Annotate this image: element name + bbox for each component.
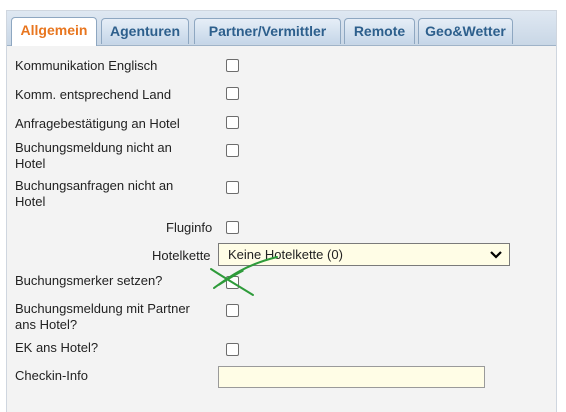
- buchungsmerker-label: Buchungsmerker setzen?: [15, 273, 163, 288]
- fluginfo-checkbox[interactable]: [226, 221, 239, 234]
- buchungsanfragen-nicht-label-1: Buchungsanfragen nicht an: [15, 178, 174, 193]
- ek-ans-hotel-label: EK ans Hotel?: [15, 340, 99, 355]
- tab-strip: Allgemein Agenturen Partner/Vermittler R…: [7, 11, 556, 46]
- tab-remote[interactable]: Remote: [344, 18, 415, 44]
- buchungsanfragen-nicht-checkbox[interactable]: [226, 181, 239, 194]
- ek-ans-hotel-checkbox[interactable]: [226, 343, 239, 356]
- komm-englisch-checkbox[interactable]: [226, 59, 239, 72]
- checkin-info-label: Checkin-Info: [15, 368, 88, 383]
- hotelkette-label: Hotelkette: [152, 248, 211, 263]
- buchungsmeldung-nicht-checkbox[interactable]: [226, 144, 239, 157]
- anfrage-bestaetigung-label: Anfragebestätigung an Hotel: [15, 116, 180, 131]
- tab-partner-vermittler[interactable]: Partner/Vermittler: [194, 18, 341, 44]
- buchungsmeldung-nicht-label-1: Buchungsmeldung nicht an: [15, 140, 172, 155]
- tab-allgemein[interactable]: Allgemein: [11, 17, 97, 46]
- komm-englisch-label: Kommunikation Englisch: [15, 58, 158, 73]
- buchungsmeldung-partner-label-1: Buchungsmeldung mit Partner: [15, 301, 190, 316]
- komm-land-label: Komm. entsprechend Land: [15, 87, 172, 102]
- checkin-info-input[interactable]: [218, 366, 485, 388]
- buchungsanfragen-nicht-label-2: Hotel: [15, 194, 46, 209]
- anfrage-bestaetigung-checkbox[interactable]: [226, 116, 239, 129]
- tab-agenturen[interactable]: Agenturen: [101, 18, 189, 44]
- fluginfo-label: Fluginfo: [166, 220, 213, 235]
- buchungsmeldung-nicht-label-2: Hotel: [15, 156, 46, 171]
- komm-land-checkbox[interactable]: [226, 87, 239, 100]
- tab-geo-wetter[interactable]: Geo&Wetter: [418, 18, 513, 44]
- buchungsmeldung-partner-label-2: ans Hotel?: [15, 317, 78, 332]
- chevron-down-icon: [490, 251, 502, 259]
- cross-annotation-icon: [210, 256, 278, 296]
- buchungsmeldung-partner-checkbox[interactable]: [226, 304, 239, 317]
